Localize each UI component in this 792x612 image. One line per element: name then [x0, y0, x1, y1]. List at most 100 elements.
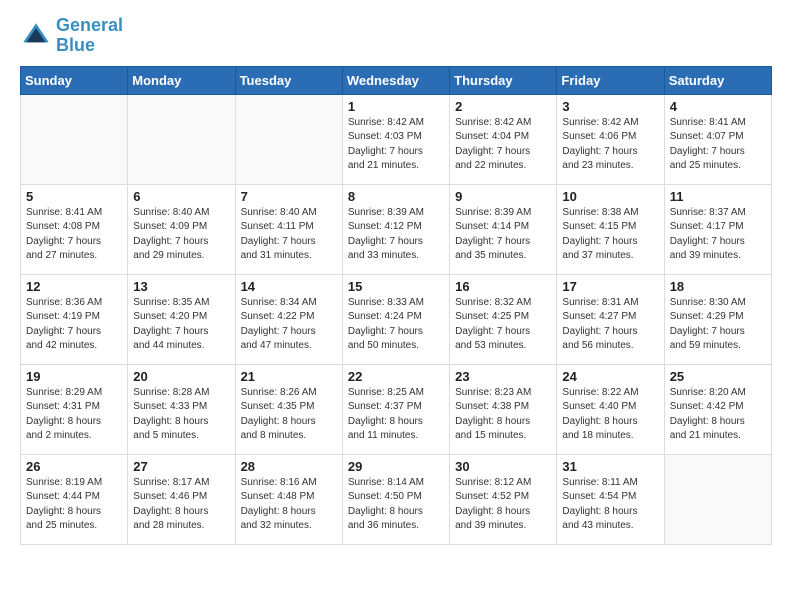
weekday-header-wednesday: Wednesday: [342, 66, 449, 94]
day-info: Sunrise: 8:42 AMSunset: 4:06 PMDaylight:…: [562, 116, 658, 174]
day-info: Sunrise: 8:12 AMSunset: 4:52 PMDaylight:…: [455, 476, 551, 534]
day-cell: 3 Sunrise: 8:42 AMSunset: 4:06 PMDaylight…: [557, 94, 664, 184]
day-number: 2: [455, 99, 551, 114]
weekday-header-sunday: Sunday: [21, 66, 128, 94]
day-cell: 7 Sunrise: 8:40 AMSunset: 4:11 PMDaylight…: [235, 184, 342, 274]
day-info: Sunrise: 8:39 AMSunset: 4:12 PMDaylight:…: [348, 206, 444, 264]
day-info: Sunrise: 8:14 AMSunset: 4:50 PMDaylight:…: [348, 476, 444, 534]
day-cell: [128, 94, 235, 184]
weekday-header-saturday: Saturday: [664, 66, 771, 94]
day-cell: 11 Sunrise: 8:37 AMSunset: 4:17 PMDayligh…: [664, 184, 771, 274]
day-number: 9: [455, 189, 551, 204]
day-number: 30: [455, 459, 551, 474]
day-cell: 29 Sunrise: 8:14 AMSunset: 4:50 PMDayligh…: [342, 454, 449, 544]
page: General Blue SundayMondayTuesdayWednesda…: [0, 0, 792, 565]
day-number: 13: [133, 279, 229, 294]
day-cell: 28 Sunrise: 8:16 AMSunset: 4:48 PMDayligh…: [235, 454, 342, 544]
day-cell: 4 Sunrise: 8:41 AMSunset: 4:07 PMDaylight…: [664, 94, 771, 184]
day-info: Sunrise: 8:26 AMSunset: 4:35 PMDaylight:…: [241, 386, 337, 444]
day-number: 3: [562, 99, 658, 114]
day-cell: 17Sunrise: 8:31 AMSunset: 4:27 PMDayligh…: [557, 274, 664, 364]
logo-icon: [20, 20, 52, 52]
day-number: 21: [241, 369, 337, 384]
week-row-3: 19Sunrise: 8:29 AMSunset: 4:31 PMDayligh…: [21, 364, 772, 454]
day-info: Sunrise: 8:36 AMSunset: 4:19 PMDaylight:…: [26, 296, 122, 354]
day-cell: 2 Sunrise: 8:42 AMSunset: 4:04 PMDaylight…: [450, 94, 557, 184]
day-number: 28: [241, 459, 337, 474]
day-number: 7: [241, 189, 337, 204]
day-info: Sunrise: 8:41 AMSunset: 4:08 PMDaylight:…: [26, 206, 122, 264]
day-number: 22: [348, 369, 444, 384]
day-cell: 13 Sunrise: 8:35 AMSunset: 4:20 PMDayligh…: [128, 274, 235, 364]
day-info: Sunrise: 8:32 AMSunset: 4:25 PMDaylight:…: [455, 296, 551, 354]
weekday-header-row: SundayMondayTuesdayWednesdayThursdayFrid…: [21, 66, 772, 94]
day-number: 14: [241, 279, 337, 294]
day-cell: 8 Sunrise: 8:39 AMSunset: 4:12 PMDaylight…: [342, 184, 449, 274]
weekday-header-friday: Friday: [557, 66, 664, 94]
day-cell: 1Sunrise: 8:42 AMSunset: 4:03 PMDaylight…: [342, 94, 449, 184]
week-row-1: 5 Sunrise: 8:41 AMSunset: 4:08 PMDaylight…: [21, 184, 772, 274]
logo-text: General Blue: [56, 16, 123, 56]
week-row-0: 1Sunrise: 8:42 AMSunset: 4:03 PMDaylight…: [21, 94, 772, 184]
week-row-4: 26Sunrise: 8:19 AMSunset: 4:44 PMDayligh…: [21, 454, 772, 544]
day-number: 18: [670, 279, 766, 294]
day-cell: 23 Sunrise: 8:23 AMSunset: 4:38 PMDayligh…: [450, 364, 557, 454]
day-info: Sunrise: 8:39 AMSunset: 4:14 PMDaylight:…: [455, 206, 551, 264]
day-info: Sunrise: 8:28 AMSunset: 4:33 PMDaylight:…: [133, 386, 229, 444]
day-number: 8: [348, 189, 444, 204]
day-cell: 14 Sunrise: 8:34 AMSunset: 4:22 PMDayligh…: [235, 274, 342, 364]
day-cell: 5 Sunrise: 8:41 AMSunset: 4:08 PMDaylight…: [21, 184, 128, 274]
day-cell: 10 Sunrise: 8:38 AMSunset: 4:15 PMDayligh…: [557, 184, 664, 274]
day-cell: 18 Sunrise: 8:30 AMSunset: 4:29 PMDayligh…: [664, 274, 771, 364]
day-number: 24: [562, 369, 658, 384]
day-info: Sunrise: 8:37 AMSunset: 4:17 PMDaylight:…: [670, 206, 766, 264]
day-info: Sunrise: 8:22 AMSunset: 4:40 PMDaylight:…: [562, 386, 658, 444]
day-cell: [664, 454, 771, 544]
day-info: Sunrise: 8:40 AMSunset: 4:11 PMDaylight:…: [241, 206, 337, 264]
day-info: Sunrise: 8:42 AMSunset: 4:04 PMDaylight:…: [455, 116, 551, 174]
day-cell: [235, 94, 342, 184]
day-cell: 21 Sunrise: 8:26 AMSunset: 4:35 PMDayligh…: [235, 364, 342, 454]
header: General Blue: [20, 16, 772, 56]
logo: General Blue: [20, 16, 123, 56]
day-info: Sunrise: 8:30 AMSunset: 4:29 PMDaylight:…: [670, 296, 766, 354]
day-number: 15: [348, 279, 444, 294]
day-cell: 12 Sunrise: 8:36 AMSunset: 4:19 PMDayligh…: [21, 274, 128, 364]
day-number: 16: [455, 279, 551, 294]
weekday-header-tuesday: Tuesday: [235, 66, 342, 94]
calendar: SundayMondayTuesdayWednesdayThursdayFrid…: [20, 66, 772, 545]
day-number: 10: [562, 189, 658, 204]
day-info: Sunrise: 8:35 AMSunset: 4:20 PMDaylight:…: [133, 296, 229, 354]
day-cell: 30 Sunrise: 8:12 AMSunset: 4:52 PMDayligh…: [450, 454, 557, 544]
day-cell: 25Sunrise: 8:20 AMSunset: 4:42 PMDayligh…: [664, 364, 771, 454]
day-info: Sunrise: 8:40 AMSunset: 4:09 PMDaylight:…: [133, 206, 229, 264]
day-info: Sunrise: 8:38 AMSunset: 4:15 PMDaylight:…: [562, 206, 658, 264]
day-info: Sunrise: 8:42 AMSunset: 4:03 PMDaylight:…: [348, 116, 444, 174]
day-number: 5: [26, 189, 122, 204]
day-number: 17: [562, 279, 658, 294]
day-number: 11: [670, 189, 766, 204]
day-info: Sunrise: 8:34 AMSunset: 4:22 PMDaylight:…: [241, 296, 337, 354]
day-cell: 19Sunrise: 8:29 AMSunset: 4:31 PMDayligh…: [21, 364, 128, 454]
day-cell: 26Sunrise: 8:19 AMSunset: 4:44 PMDayligh…: [21, 454, 128, 544]
day-info: Sunrise: 8:11 AMSunset: 4:54 PMDaylight:…: [562, 476, 658, 534]
day-number: 4: [670, 99, 766, 114]
day-info: Sunrise: 8:16 AMSunset: 4:48 PMDaylight:…: [241, 476, 337, 534]
day-info: Sunrise: 8:41 AMSunset: 4:07 PMDaylight:…: [670, 116, 766, 174]
day-cell: 27Sunrise: 8:17 AMSunset: 4:46 PMDayligh…: [128, 454, 235, 544]
week-row-2: 12 Sunrise: 8:36 AMSunset: 4:19 PMDayligh…: [21, 274, 772, 364]
day-number: 23: [455, 369, 551, 384]
day-cell: [21, 94, 128, 184]
day-info: Sunrise: 8:23 AMSunset: 4:38 PMDaylight:…: [455, 386, 551, 444]
day-cell: 15Sunrise: 8:33 AMSunset: 4:24 PMDayligh…: [342, 274, 449, 364]
day-number: 25: [670, 369, 766, 384]
day-cell: 31 Sunrise: 8:11 AMSunset: 4:54 PMDayligh…: [557, 454, 664, 544]
day-number: 26: [26, 459, 122, 474]
day-number: 31: [562, 459, 658, 474]
weekday-header-monday: Monday: [128, 66, 235, 94]
day-number: 12: [26, 279, 122, 294]
day-cell: 24 Sunrise: 8:22 AMSunset: 4:40 PMDayligh…: [557, 364, 664, 454]
day-info: Sunrise: 8:25 AMSunset: 4:37 PMDaylight:…: [348, 386, 444, 444]
weekday-header-thursday: Thursday: [450, 66, 557, 94]
day-number: 29: [348, 459, 444, 474]
